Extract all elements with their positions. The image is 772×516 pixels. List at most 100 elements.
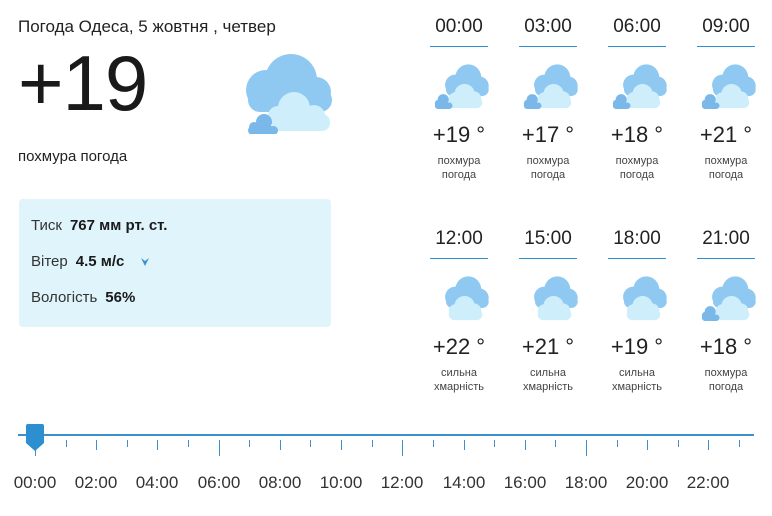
forecast-description-line: сильна [619, 367, 655, 379]
forecast-time: 06:00 [613, 16, 661, 37]
forecast-time: 03:00 [524, 16, 572, 37]
time-slider-label[interactable]: 08:00 [259, 473, 302, 493]
forecast-temperature: +18 ° [699, 334, 753, 359]
forecast-description: похмура погода [508, 154, 588, 182]
forecast-slot: 15:00 +21 ° сильна хмарність [518, 228, 578, 394]
forecast-description-line: похмура [615, 155, 659, 167]
forecast-description-line: хмарність [433, 381, 485, 393]
forecast-description: похмура погода [686, 366, 766, 394]
forecast-description-line: погода [619, 169, 655, 181]
time-slider-label[interactable]: 16:00 [504, 473, 547, 493]
pressure-row: Тиск 767 мм рт. ст. [31, 217, 167, 234]
forecast-divider [697, 258, 755, 259]
forecast-description-line: погода [708, 381, 744, 393]
forecast-slot: 09:00 +21 ° похмура погода [696, 16, 756, 182]
time-slider-tick [494, 440, 495, 447]
weather-details-panel: Тиск 767 мм рт. ст. Вітер 4.5 м/с Вологіст… [19, 199, 331, 327]
heavy-cloud-icon [445, 276, 489, 321]
time-slider-tick [372, 440, 373, 447]
forecast-slot: 06:00 +18 ° похмура погода [607, 16, 667, 182]
cloudy-icon [523, 64, 578, 109]
time-slider-tick [127, 440, 128, 447]
time-slider-tick [188, 440, 189, 447]
forecast-description: похмура погода [597, 154, 677, 182]
forecast-time: 21:00 [702, 228, 750, 249]
time-slider-label[interactable]: 12:00 [381, 473, 424, 493]
time-slider-tick [249, 440, 250, 447]
humidity-value: 56% [105, 289, 136, 306]
forecast-description-line: погода [441, 169, 477, 181]
time-slider-tick [280, 440, 281, 450]
forecast-slot: 03:00 +17 ° похмура погода [518, 16, 578, 182]
forecast-slot: 18:00 +19 ° сильна хмарність [607, 228, 667, 394]
time-slider-label[interactable]: 06:00 [198, 473, 241, 493]
cloudy-icon [612, 64, 667, 109]
time-slider-tick [555, 440, 556, 447]
forecast-divider [519, 46, 577, 47]
time-slider-tick [402, 440, 403, 456]
forecast-description: похмура погода [419, 154, 499, 182]
current-condition: похмура погода [18, 148, 128, 165]
time-slider-tick [96, 440, 97, 450]
forecast-temperature: +21 ° [521, 334, 575, 359]
forecast-description: похмура погода [686, 154, 766, 182]
forecast-time: 18:00 [613, 228, 661, 249]
page-title: Погода Одеса, 5 жовтня , четвер [18, 17, 276, 36]
heavy-cloud-icon [534, 276, 578, 321]
pressure-label: Тиск [31, 217, 62, 234]
forecast-description-line: сильна [441, 367, 477, 379]
time-slider-label[interactable]: 02:00 [75, 473, 118, 493]
time-slider-tick [739, 440, 740, 447]
forecast-description: сильна хмарність [419, 366, 499, 394]
forecast-description-line: похмура [704, 155, 748, 167]
forecast-temperature: +21 ° [699, 122, 753, 147]
forecast-description-line: погода [708, 169, 744, 181]
forecast-slot: 12:00 +22 ° сильна хмарність [429, 228, 489, 394]
wind-value: 4.5 м/с [75, 253, 125, 270]
forecast-temperature: +19 ° [432, 122, 486, 147]
forecast-divider [608, 46, 666, 47]
forecast-description: сильна хмарність [508, 366, 588, 394]
forecast-temperature: +22 ° [432, 334, 486, 359]
forecast-temperature: +19 ° [610, 334, 664, 359]
cloudy-icon [701, 64, 756, 109]
forecast-description-line: похмура [437, 155, 481, 167]
time-slider-label[interactable]: 20:00 [626, 473, 669, 493]
time-slider-tick [678, 440, 679, 447]
forecast-description-line: погода [530, 169, 566, 181]
forecast-temperature: +18 ° [610, 122, 664, 147]
forecast-slot: 00:00 +19 ° похмура погода [429, 16, 489, 182]
heavy-cloud-icon [623, 276, 667, 321]
time-slider-label[interactable]: 14:00 [443, 473, 486, 493]
time-slider-tick [157, 440, 158, 450]
forecast-description-line: хмарність [611, 381, 663, 393]
forecast-time: 12:00 [435, 228, 483, 249]
forecast-divider [608, 258, 666, 259]
time-slider-tick [341, 440, 342, 450]
pressure-value: 767 мм рт. ст. [69, 217, 168, 234]
forecast-divider [430, 258, 488, 259]
time-slider-handle[interactable] [24, 423, 46, 453]
forecast-temperature: +17 ° [521, 122, 575, 147]
time-slider-label[interactable]: 22:00 [687, 473, 730, 493]
time-slider-label[interactable]: 18:00 [565, 473, 608, 493]
forecast-divider [519, 258, 577, 259]
forecast-time: 09:00 [702, 16, 750, 37]
time-slider-label[interactable]: 10:00 [320, 473, 363, 493]
time-slider-tick [708, 440, 709, 450]
time-slider-tick [219, 440, 220, 456]
time-slider-track[interactable] [18, 434, 754, 436]
forecast-description-line: похмура [526, 155, 570, 167]
time-slider-tick [464, 440, 465, 450]
forecast-description-line: хмарність [522, 381, 574, 393]
cloudy-icon [434, 64, 489, 109]
time-slider-tick [310, 440, 311, 447]
time-slider-label[interactable]: 04:00 [136, 473, 179, 493]
forecast-time: 15:00 [524, 228, 572, 249]
current-temperature: +19 [18, 39, 148, 127]
wind-direction-arrow-icon [140, 258, 149, 266]
humidity-label: Вологість [31, 289, 98, 306]
time-slider-label[interactable]: 00:00 [14, 473, 57, 493]
forecast-description: сильна хмарність [597, 366, 677, 394]
humidity-row: Вологість 56% [31, 289, 135, 306]
